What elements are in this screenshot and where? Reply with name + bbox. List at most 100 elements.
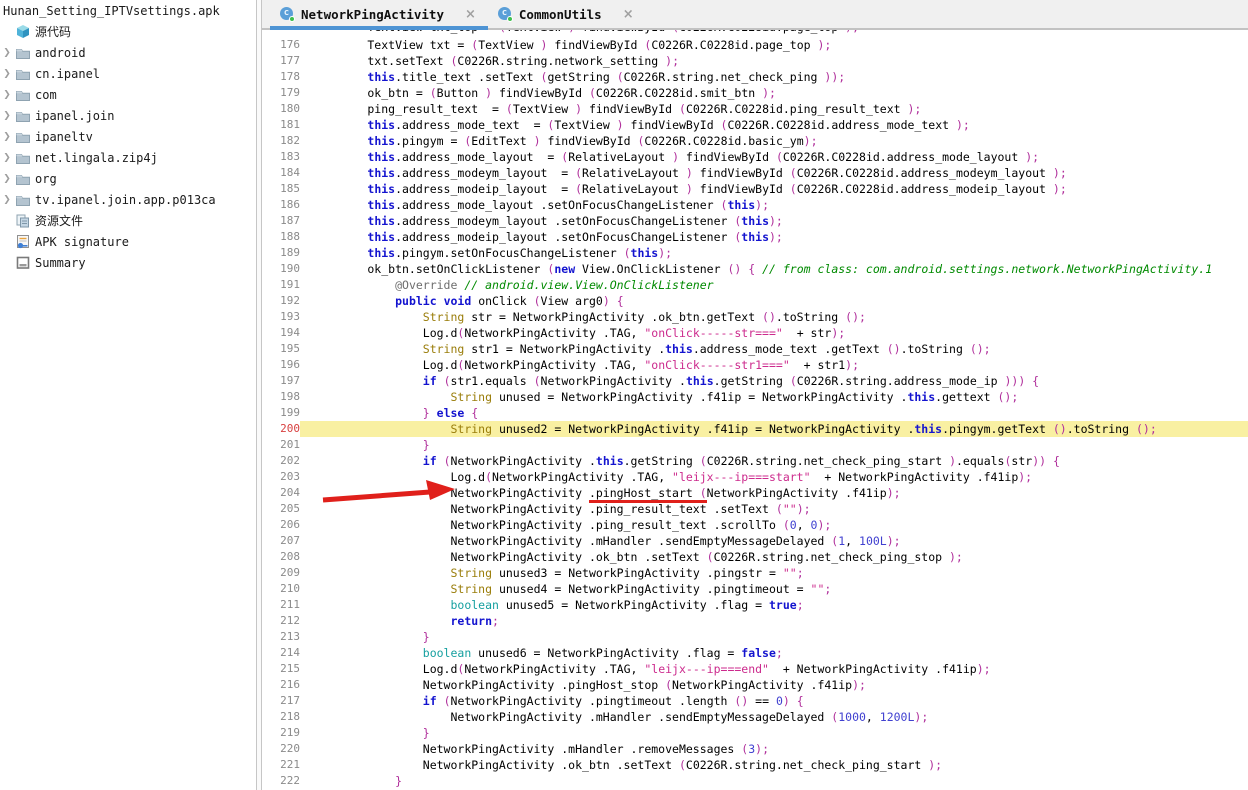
chevron-right-icon[interactable]: ❯ bbox=[0, 195, 14, 205]
chevron-right-icon[interactable]: ❯ bbox=[0, 132, 14, 142]
code-line-205[interactable]: 205 NetworkPingActivity .ping_result_tex… bbox=[262, 501, 1248, 517]
chevron-right-icon[interactable]: ❯ bbox=[0, 48, 14, 58]
code-line-209[interactable]: 209 String unused3 = NetworkPingActivity… bbox=[262, 565, 1248, 581]
code-line-197[interactable]: 197 if (str1.equals (NetworkPingActivity… bbox=[262, 373, 1248, 389]
code-line-180[interactable]: 180 ping_result_text = (TextView ) findV… bbox=[262, 101, 1248, 117]
code-line-206[interactable]: 206 NetworkPingActivity .ping_result_tex… bbox=[262, 517, 1248, 533]
folder-icon bbox=[14, 87, 32, 103]
line-number: 206 bbox=[262, 517, 300, 533]
code-line-195[interactable]: 195 String str1 = NetworkPingActivity .t… bbox=[262, 341, 1248, 357]
code-text: if (str1.equals (NetworkPingActivity .th… bbox=[300, 373, 1248, 389]
sidebar-item-summary[interactable]: Summary bbox=[0, 252, 256, 273]
code-line-201[interactable]: 201 } bbox=[262, 437, 1248, 453]
code-line-187[interactable]: 187 this.address_modeym_layout .setOnFoc… bbox=[262, 213, 1248, 229]
code-text: String unused2 = NetworkPingActivity .f4… bbox=[300, 421, 1248, 437]
code-line-203[interactable]: 203 Log.d(NetworkPingActivity .TAG, "lei… bbox=[262, 469, 1248, 485]
chevron-right-icon[interactable]: ❯ bbox=[0, 90, 14, 100]
line-number: 218 bbox=[262, 709, 300, 725]
line-number: 200 bbox=[262, 421, 300, 437]
sidebar-item-net-lingala-zip4j[interactable]: ❯net.lingala.zip4j bbox=[0, 147, 256, 168]
clipped-code-line: 175 TextView txt_top = (TextView ) findV… bbox=[262, 30, 1248, 37]
code-line-191[interactable]: 191 @Override // android.view.View.OnCli… bbox=[262, 277, 1248, 293]
code-line-210[interactable]: 210 String unused4 = NetworkPingActivity… bbox=[262, 581, 1248, 597]
code-line-222[interactable]: 222 } bbox=[262, 773, 1248, 788]
code-text: boolean unused6 = NetworkPingActivity .f… bbox=[300, 645, 1248, 661]
code-text: return; bbox=[300, 613, 1248, 629]
code-text: Log.d(NetworkPingActivity .TAG, "leijx--… bbox=[300, 469, 1248, 485]
code-line-216[interactable]: 216 NetworkPingActivity .pingHost_stop (… bbox=[262, 677, 1248, 693]
code-line-199[interactable]: 199 } else { bbox=[262, 405, 1248, 421]
code-line-198[interactable]: 198 String unused = NetworkPingActivity … bbox=[262, 389, 1248, 405]
sidebar-item--[interactable]: 资源文件 bbox=[0, 210, 256, 231]
code-line-212[interactable]: 212 return; bbox=[262, 613, 1248, 629]
code-line-184[interactable]: 184 this.address_modeym_layout = (Relati… bbox=[262, 165, 1248, 181]
code-text: this.address_modeip_layout = (RelativeLa… bbox=[300, 181, 1248, 197]
code-line-200[interactable]: 200 String unused2 = NetworkPingActivity… bbox=[262, 421, 1248, 437]
sidebar-item-apk-signature[interactable]: APK signature bbox=[0, 231, 256, 252]
close-tab-icon[interactable]: × bbox=[623, 7, 634, 22]
code-line-186[interactable]: 186 this.address_mode_layout .setOnFocus… bbox=[262, 197, 1248, 213]
chevron-right-icon[interactable]: ❯ bbox=[0, 174, 14, 184]
tab-commonutils[interactable]: cCommonUtils× bbox=[488, 0, 646, 28]
folder-icon bbox=[14, 45, 32, 61]
code-line-190[interactable]: 190 ok_btn.setOnClickListener (new View.… bbox=[262, 261, 1248, 277]
chevron-right-icon[interactable]: ❯ bbox=[0, 153, 14, 163]
sidebar-item-org[interactable]: ❯ org bbox=[0, 168, 256, 189]
code-line-214[interactable]: 214 boolean unused6 = NetworkPingActivit… bbox=[262, 645, 1248, 661]
code-line-177[interactable]: 177 txt.setText (C0226R.string.network_s… bbox=[262, 53, 1248, 69]
code-line-196[interactable]: 196 Log.d(NetworkPingActivity .TAG, "onC… bbox=[262, 357, 1248, 373]
code-line-192[interactable]: 192 public void onClick (View arg0) { bbox=[262, 293, 1248, 309]
sidebar-item-label: ipanel.join bbox=[32, 109, 114, 123]
sidebar-item-ipanel-join[interactable]: ❯ ipanel.join bbox=[0, 105, 256, 126]
code-line-217[interactable]: 217 if (NetworkPingActivity .pingtimeout… bbox=[262, 693, 1248, 709]
code-line-181[interactable]: 181 this.address_mode_text = (TextView )… bbox=[262, 117, 1248, 133]
code-line-207[interactable]: 207 NetworkPingActivity .mHandler .sendE… bbox=[262, 533, 1248, 549]
code-line-185[interactable]: 185 this.address_modeip_layout = (Relati… bbox=[262, 181, 1248, 197]
chevron-right-icon[interactable]: ❯ bbox=[0, 111, 14, 121]
code-line-188[interactable]: 188 this.address_modeip_layout .setOnFoc… bbox=[262, 229, 1248, 245]
code-line-218[interactable]: 218 NetworkPingActivity .mHandler .sendE… bbox=[262, 709, 1248, 725]
code-text: this.address_modeym_layout = (RelativeLa… bbox=[300, 165, 1248, 181]
code-line-178[interactable]: 178 this.title_text .setText (getString … bbox=[262, 69, 1248, 85]
code-line-182[interactable]: 182 this.pingym = (EditText ) findViewBy… bbox=[262, 133, 1248, 149]
editor-panel: cNetworkPingActivity×cCommonUtils× 175 T… bbox=[262, 0, 1248, 790]
sidebar-item-tv-ipanel-join-app-p013ca[interactable]: ❯tv.ipanel.join.app.p013ca bbox=[0, 189, 256, 210]
code-line-221[interactable]: 221 NetworkPingActivity .ok_btn .setText… bbox=[262, 757, 1248, 773]
line-number: 182 bbox=[262, 133, 300, 149]
sidebar-item-label: com bbox=[32, 88, 57, 102]
code-line-189[interactable]: 189 this.pingym.setOnFocusChangeListener… bbox=[262, 245, 1248, 261]
code-line-194[interactable]: 194 Log.d(NetworkPingActivity .TAG, "onC… bbox=[262, 325, 1248, 341]
line-number: 175 bbox=[262, 30, 300, 35]
code-line-220[interactable]: 220 NetworkPingActivity .mHandler .remov… bbox=[262, 741, 1248, 757]
code-line-208[interactable]: 208 NetworkPingActivity .ok_btn .setText… bbox=[262, 549, 1248, 565]
sidebar-item-com[interactable]: ❯ com bbox=[0, 84, 256, 105]
sidebar-item-android[interactable]: ❯android bbox=[0, 42, 256, 63]
tree-root-apk[interactable]: Hunan_Setting_IPTVsettings.apk bbox=[0, 0, 256, 21]
sidebar-item-label: org bbox=[32, 172, 57, 186]
code-text: } bbox=[300, 725, 1248, 741]
code-line-213[interactable]: 213 } bbox=[262, 629, 1248, 645]
sidebar-item-ipaneltv[interactable]: ❯ipaneltv bbox=[0, 126, 256, 147]
line-number: 189 bbox=[262, 245, 300, 261]
close-tab-icon[interactable]: × bbox=[465, 7, 476, 22]
code-line-179[interactable]: 179 ok_btn = (Button ) findViewById (C02… bbox=[262, 85, 1248, 101]
line-number: 219 bbox=[262, 725, 300, 741]
chevron-right-icon[interactable]: ❯ bbox=[0, 69, 14, 79]
sidebar-item-label: Summary bbox=[32, 256, 86, 270]
code-text: NetworkPingActivity .ok_btn .setText (C0… bbox=[300, 757, 1248, 773]
code-line-202[interactable]: 202 if (NetworkPingActivity .this.getStr… bbox=[262, 453, 1248, 469]
code-editor: 175 TextView txt_top = (TextView ) findV… bbox=[262, 30, 1248, 788]
code-line-176[interactable]: 176 TextView txt = (TextView ) findViewB… bbox=[262, 37, 1248, 53]
sidebar-item-cn-ipanel[interactable]: ❯cn.ipanel bbox=[0, 63, 256, 84]
tab-networkpingactivity[interactable]: cNetworkPingActivity× bbox=[270, 0, 488, 28]
line-number: 214 bbox=[262, 645, 300, 661]
code-line-204[interactable]: 204 NetworkPingActivity .pingHost_start … bbox=[262, 485, 1248, 501]
code-line-219[interactable]: 219 } bbox=[262, 725, 1248, 741]
code-line-183[interactable]: 183 this.address_mode_layout = (Relative… bbox=[262, 149, 1248, 165]
sidebar-item--[interactable]: 源代码 bbox=[0, 21, 256, 42]
code-text: this.pingym.setOnFocusChangeListener (th… bbox=[300, 245, 1248, 261]
code-line-215[interactable]: 215 Log.d(NetworkPingActivity .TAG, "lei… bbox=[262, 661, 1248, 677]
code-line-211[interactable]: 211 boolean unused5 = NetworkPingActivit… bbox=[262, 597, 1248, 613]
code-line-175[interactable]: 175 TextView txt_top = (TextView ) findV… bbox=[262, 30, 1248, 35]
code-line-193[interactable]: 193 String str = NetworkPingActivity .ok… bbox=[262, 309, 1248, 325]
